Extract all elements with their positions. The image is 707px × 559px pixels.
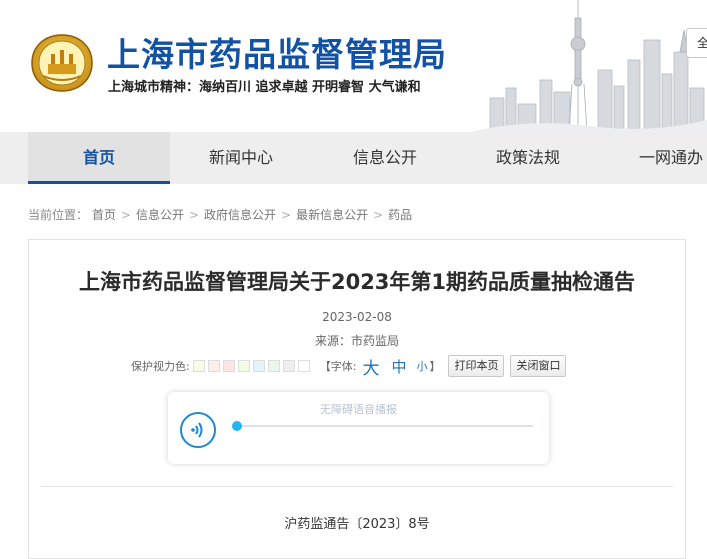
color-swatch-3[interactable]	[222, 360, 235, 372]
print-page-button[interactable]: 打印本页	[448, 355, 505, 377]
language-switch-button[interactable]: 全	[686, 28, 707, 58]
breadcrumb-separator: >	[281, 208, 292, 222]
font-size-label: 【字体:	[319, 360, 357, 373]
audio-player: 无障碍语音播报	[168, 392, 549, 464]
article-toolbar: 保护视力色: 【字体: 大 中 小 】 打印本页 关闭窗口	[131, 354, 567, 379]
breadcrumb-colon: ：	[76, 208, 89, 222]
breadcrumb-info-disclosure[interactable]: 信息公开	[136, 208, 184, 222]
color-swatch-2[interactable]	[207, 360, 220, 372]
close-window-button[interactable]: 关闭窗口	[510, 355, 567, 377]
breadcrumb-gov-info[interactable]: 政府信息公开	[204, 208, 276, 222]
breadcrumb-separator: >	[373, 208, 384, 222]
color-swatch-6[interactable]	[267, 360, 280, 372]
site-header: 上海市药品监督管理局 上海城市精神：海纳百川 追求卓越 开明睿智 大气谦和 全	[0, 0, 707, 132]
breadcrumb-home[interactable]: 首页	[92, 208, 116, 222]
nav-item-news[interactable]: 新闻中心	[170, 132, 312, 184]
breadcrumb-latest-info[interactable]: 最新信息公开	[296, 208, 368, 222]
color-swatch-1[interactable]	[192, 360, 205, 372]
content-divider	[41, 486, 673, 487]
main-nav: 首页 新闻中心 信息公开 政策法规 一网通办	[0, 132, 707, 184]
color-swatch-5[interactable]	[252, 360, 265, 372]
article-title: 上海市药品监督管理局关于2023年第1期药品质量抽检通告	[78, 270, 636, 294]
color-swatch-8[interactable]	[297, 360, 310, 372]
city-skyline-illustration	[470, 0, 707, 132]
audio-progress-track[interactable]	[237, 425, 533, 427]
font-size-small-link[interactable]: 小	[416, 358, 427, 374]
breadcrumb-prefix: 当前位置	[28, 208, 77, 222]
breadcrumb: 当前位置： 首页 > 信息公开 > 政府信息公开 > 最新信息公开 > 药品	[28, 206, 412, 223]
speaker-play-icon[interactable]	[180, 412, 216, 448]
color-swatch-4[interactable]	[237, 360, 250, 372]
eye-protection-color-label: 保护视力色:	[131, 360, 190, 373]
color-swatch-7[interactable]	[282, 360, 295, 372]
nav-item-info-disclosure[interactable]: 信息公开	[314, 132, 456, 184]
article-panel: 上海市药品监督管理局关于2023年第1期药品质量抽检通告 2023-02-08 …	[28, 239, 686, 559]
audio-progress-knob[interactable]	[232, 421, 242, 431]
font-size-medium-link[interactable]: 中	[391, 356, 406, 377]
document-number: 沪药监通告〔2023〕8号	[284, 517, 430, 532]
audio-player-title: 无障碍语音播报	[320, 403, 397, 416]
breadcrumb-separator: >	[188, 208, 200, 222]
article-date: 2023-02-08	[322, 310, 392, 324]
breadcrumb-drugs[interactable]: 药品	[388, 208, 412, 222]
nav-item-online-services[interactable]: 一网通办	[600, 132, 707, 184]
breadcrumb-separator: >	[120, 208, 131, 222]
site-title: 上海市药品监督管理局	[107, 35, 447, 74]
nav-item-home[interactable]: 首页	[28, 132, 170, 184]
font-size-bracket: 】	[429, 360, 441, 373]
nav-item-policies[interactable]: 政策法规	[457, 132, 599, 184]
city-emblem-logo[interactable]	[31, 34, 93, 92]
site-motto: 上海城市精神：海纳百川 追求卓越 开明睿智 大气谦和	[108, 80, 421, 95]
article-source: 来源：市药监局	[314, 334, 399, 348]
font-size-large-link[interactable]: 大	[362, 354, 379, 379]
